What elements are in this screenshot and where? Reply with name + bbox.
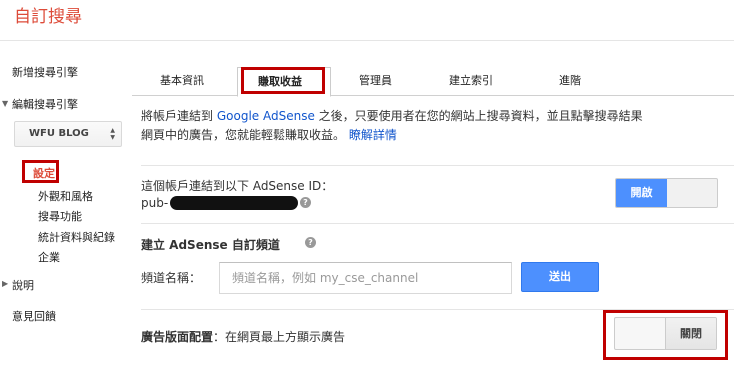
tab-basics[interactable]: 基本資訊 [160,72,204,88]
tab-advanced[interactable]: 進階 [559,72,581,88]
submit-button[interactable]: 送出 [521,262,599,292]
tab-admins[interactable]: 管理員 [359,72,392,88]
engine-select[interactable]: WFU BLOG ▲ ▼ [14,121,122,147]
intro-text-3: 網頁中的廣告，您就能輕鬆賺取收益。 [141,128,346,142]
tab-monetize[interactable]: 賺取收益 [258,73,302,89]
toggle-on-label: 開啟 [616,179,667,207]
ad-layout-toggle[interactable]: 關閉 [614,317,717,350]
section-divider [141,223,734,224]
learn-more-link[interactable]: 瞭解詳情 [349,128,397,142]
intro-text-2: 之後，只要使用者在您的網站上搜尋資料，並且點擊搜尋結果 [318,109,643,123]
ad-layout-label: 廣告版面配置 [141,330,214,344]
section-divider [141,165,734,166]
app-title: 自訂搜尋 [14,7,82,27]
ad-layout-desc: ：在網頁最上方顯示廣告 [213,330,346,344]
tab-bar-divider [132,95,734,96]
help-icon[interactable]: ? [300,197,311,208]
select-arrows-icon: ▲ ▼ [110,127,115,141]
channel-name-label: 頻道名稱： [141,271,202,285]
sidebar-item-edit-engine[interactable]: 編輯搜尋引擎 [12,96,78,112]
sidebar-item-search-features[interactable]: 搜尋功能 [38,208,82,224]
account-label: 這個帳戶連結到以下 AdSense ID： [141,179,334,193]
sidebar-item-help[interactable]: 說明 [12,277,34,293]
toggle-off-label: 關閉 [665,318,716,349]
channel-name-input[interactable]: 頻道名稱，例如 my_cse_channel [219,262,512,294]
sidebar-item-new-engine[interactable]: 新增搜尋引擎 [12,64,78,80]
intro-text-1: 將帳戶連結到 [141,109,214,123]
redacted-id [170,196,298,210]
channel-heading: 建立 AdSense 自訂頻道 [141,238,280,252]
tab-indexing[interactable]: 建立索引 [449,72,493,88]
account-id-prefix: pub- [141,196,169,210]
expand-down-icon: ▼ [2,99,9,108]
account-link-toggle[interactable]: 開啟 [615,178,718,208]
sidebar-item-feedback[interactable]: 意見回饋 [12,308,56,324]
adsense-link[interactable]: Google AdSense [217,109,315,123]
header-divider [0,40,734,41]
intro-text: 將帳戶連結到 Google AdSense 之後，只要使用者在您的網站上搜尋資料… [141,107,731,145]
sidebar-item-statistics[interactable]: 統計資料與紀錄 [38,229,115,245]
expand-right-icon: ▶ [2,279,9,288]
engine-select-value: WFU BLOG [29,128,89,139]
sidebar-item-settings[interactable]: 設定 [33,165,55,181]
sidebar-item-business[interactable]: 企業 [38,249,60,265]
ad-layout-row: 廣告版面配置：在網頁最上方顯示廣告 [141,328,345,345]
help-icon[interactable]: ? [305,237,316,248]
sidebar-item-appearance[interactable]: 外觀和風格 [38,188,93,204]
